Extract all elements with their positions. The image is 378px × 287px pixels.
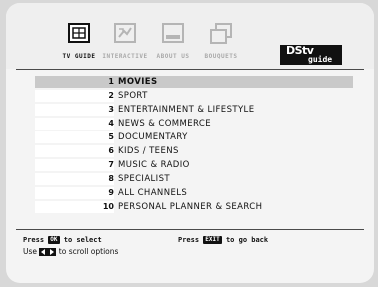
- menu-item-number: 5: [108, 132, 114, 142]
- menu-item[interactable]: 9 ALL CHANNELS: [35, 186, 355, 199]
- tab-label: INTERACTIVE: [102, 53, 148, 60]
- menu-item[interactable]: 2 SPORT: [35, 89, 355, 102]
- header-divider: [16, 69, 364, 70]
- menu-item[interactable]: 10 PERSONAL PLANNER & SEARCH: [35, 200, 355, 213]
- hint-text: Use: [23, 247, 38, 256]
- hint-text: Press: [178, 236, 200, 244]
- menu-item[interactable]: 3 ENTERTAINMENT & LIFESTYLE: [35, 103, 355, 116]
- menu-item-label: SPORT: [118, 90, 148, 101]
- menu-item[interactable]: 8 SPECIALIST: [35, 172, 355, 185]
- menu-item-number: 8: [108, 173, 114, 183]
- menu-item-number: 10: [102, 201, 114, 211]
- logo-subtitle: guide: [308, 55, 333, 64]
- footer-divider: [16, 229, 364, 230]
- dstv-guide-logo: DStv guide: [280, 44, 342, 65]
- menu-item-label: MOVIES: [118, 77, 158, 87]
- tv-guide-icon: [68, 23, 90, 43]
- menu-item-number: 7: [108, 160, 114, 170]
- menu-item-number: 2: [108, 90, 114, 100]
- select-hint: Press OK to select: [23, 236, 102, 244]
- hint-text: to go back: [225, 236, 269, 244]
- menu-item-number: 3: [108, 104, 114, 114]
- tab-interactive[interactable]: INTERACTIVE: [98, 23, 152, 69]
- menu-item-label: DOCUMENTARY: [118, 132, 188, 143]
- ok-key-icon: OK: [48, 236, 60, 244]
- tab-about-us[interactable]: ABOUT US: [146, 23, 200, 69]
- about-us-icon: [162, 23, 184, 43]
- back-hint: Press EXIT to go back: [178, 236, 268, 244]
- tab-label: BOUQUETS: [204, 53, 238, 60]
- header-bar: TV GUIDE INTERACTIVE ABOUT US BOUQUETS D…: [6, 3, 374, 69]
- tab-bouquets[interactable]: BOUQUETS: [194, 23, 248, 69]
- menu-item-label: ALL CHANNELS: [118, 187, 188, 198]
- menu-item[interactable]: 6 KIDS / TEENS: [35, 145, 355, 158]
- menu-item-label: PERSONAL PLANNER & SEARCH: [118, 201, 263, 212]
- menu-item[interactable]: 7 MUSIC & RADIO: [35, 159, 355, 172]
- menu-item-label: MUSIC & RADIO: [118, 160, 190, 171]
- dstv-guide-screen: TV GUIDE INTERACTIVE ABOUT US BOUQUETS D…: [6, 3, 374, 283]
- menu-item-number: 6: [108, 146, 114, 156]
- menu-item-label: SPECIALIST: [118, 173, 170, 184]
- menu-item-label: KIDS / TEENS: [118, 146, 179, 157]
- menu-item-number: 1: [108, 77, 114, 86]
- menu-item-label: ENTERTAINMENT & LIFESTYLE: [118, 104, 255, 115]
- menu-item-label: NEWS & COMMERCE: [118, 118, 212, 129]
- scroll-hint: Use to scroll options: [23, 247, 118, 256]
- menu-item[interactable]: 4 NEWS & COMMERCE: [35, 117, 355, 130]
- left-right-arrows-icon: [39, 248, 57, 256]
- hint-text: Press: [23, 236, 45, 244]
- exit-key-icon: EXIT: [203, 236, 222, 244]
- menu-item-number: 9: [108, 187, 114, 197]
- category-menu: 1 MOVIES 2 SPORT 3 ENTERTAINMENT & LIFESTYLE 4…: [35, 76, 355, 214]
- menu-item-number: 4: [108, 118, 114, 128]
- tab-label: ABOUT US: [156, 53, 190, 60]
- hint-text: to select: [63, 236, 102, 244]
- menu-item[interactable]: 1 MOVIES: [35, 76, 355, 88]
- hint-text: to scroll options: [58, 247, 119, 256]
- bouquets-icon: [210, 23, 232, 44]
- interactive-icon: [114, 23, 136, 43]
- menu-item[interactable]: 5 DOCUMENTARY: [35, 131, 355, 144]
